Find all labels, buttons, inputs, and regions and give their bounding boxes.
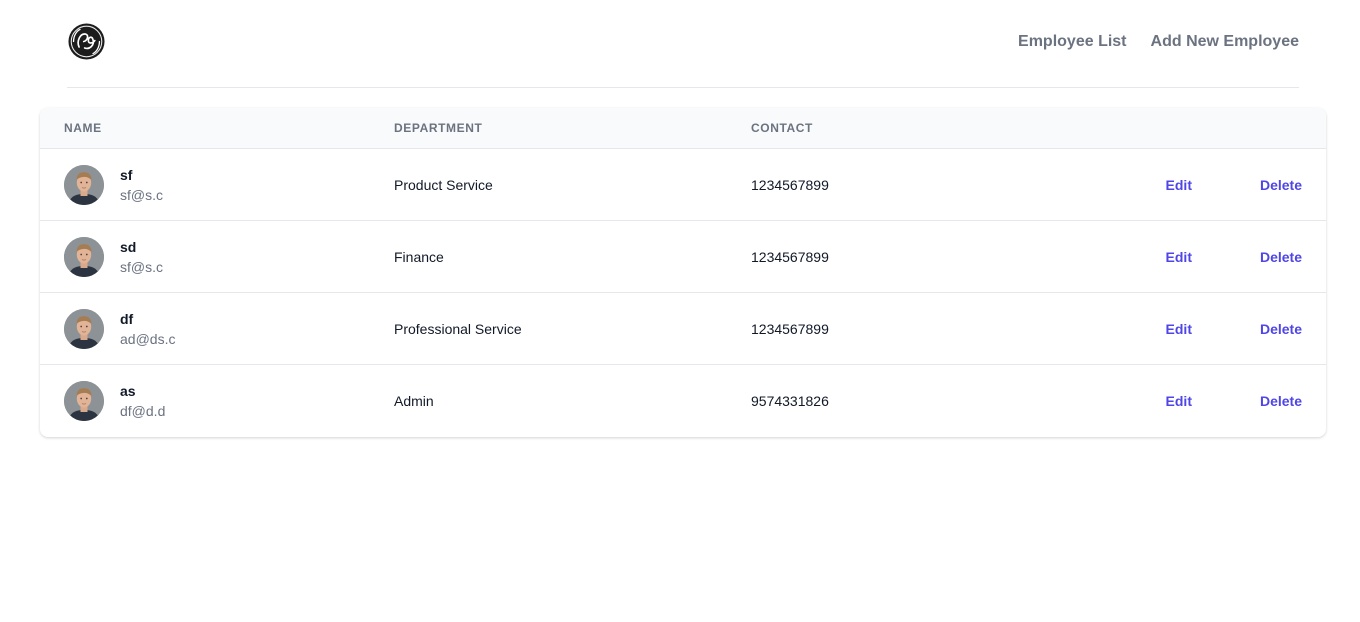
- table-row: sd sf@s.c Finance 1234567899 Edit Delete: [40, 221, 1326, 293]
- table-body: sf sf@s.c Product Service 1234567899 Edi…: [40, 149, 1326, 437]
- edit-link[interactable]: Edit: [1166, 393, 1192, 409]
- column-header-delete: [1192, 108, 1326, 149]
- employee-department: Finance: [394, 248, 444, 265]
- nav-add-new-employee[interactable]: Add New Employee: [1151, 32, 1299, 52]
- person-info: sd sf@s.c: [120, 237, 163, 277]
- delete-cell: Delete: [1192, 149, 1326, 221]
- employee-table: Name Department Contact: [40, 108, 1326, 437]
- nav-employee-list[interactable]: Employee List: [1018, 32, 1126, 52]
- table-row: as df@d.d Admin 9574331826 Edit Delete: [40, 365, 1326, 437]
- name-cell: as df@d.d: [40, 365, 370, 437]
- edit-cell: Edit: [1067, 221, 1192, 293]
- delete-cell: Delete: [1192, 293, 1326, 365]
- delete-link[interactable]: Delete: [1260, 177, 1302, 193]
- employee-department: Admin: [394, 392, 434, 409]
- column-header-name: Name: [40, 108, 370, 149]
- employee-name: sf: [120, 166, 133, 183]
- edit-link[interactable]: Edit: [1166, 249, 1192, 265]
- avatar: [64, 164, 104, 205]
- avatar: [64, 236, 104, 277]
- employee-email: sf@s.c: [120, 186, 163, 203]
- column-header-edit: [1067, 108, 1192, 149]
- person-info: sf sf@s.c: [120, 165, 163, 205]
- column-header-contact: Contact: [727, 108, 1067, 149]
- delete-cell: Delete: [1192, 221, 1326, 293]
- delete-link[interactable]: Delete: [1260, 249, 1302, 265]
- person-info: df ad@ds.c: [120, 309, 175, 349]
- employee-name: sd: [120, 238, 137, 255]
- top-header: Employee List Add New Employee: [67, 0, 1299, 88]
- employee-department: Professional Service: [394, 320, 522, 337]
- employee-contact: 1234567899: [751, 320, 829, 337]
- avatar: [64, 380, 104, 421]
- page: Employee List Add New Employee Name Depa…: [0, 0, 1360, 622]
- employee-email: sf@s.c: [120, 258, 163, 275]
- employee-contact: 9574331826: [751, 392, 829, 409]
- table-header: Name Department Contact: [40, 108, 1326, 149]
- edit-link[interactable]: Edit: [1166, 321, 1192, 337]
- delete-cell: Delete: [1192, 365, 1326, 437]
- delete-link[interactable]: Delete: [1260, 393, 1302, 409]
- employee-email: ad@ds.c: [120, 330, 176, 347]
- employee-contact: 1234567899: [751, 176, 829, 193]
- column-header-department: Department: [370, 108, 727, 149]
- edit-cell: Edit: [1067, 365, 1192, 437]
- employee-name: df: [120, 310, 134, 327]
- employee-table-card: Name Department Contact: [40, 108, 1326, 437]
- employee-department: Product Service: [394, 176, 493, 193]
- ge-logo[interactable]: [68, 23, 105, 60]
- edit-cell: Edit: [1067, 149, 1192, 221]
- table-row: sf sf@s.c Product Service 1234567899 Edi…: [40, 149, 1326, 221]
- edit-cell: Edit: [1067, 293, 1192, 365]
- employee-email: df@d.d: [120, 402, 166, 419]
- delete-link[interactable]: Delete: [1260, 321, 1302, 337]
- table-row: df ad@ds.c Professional Service 12345678…: [40, 293, 1326, 365]
- edit-link[interactable]: Edit: [1166, 177, 1192, 193]
- name-cell: df ad@ds.c: [40, 293, 370, 365]
- employee-contact: 1234567899: [751, 248, 829, 265]
- main-nav: Employee List Add New Employee: [1018, 32, 1299, 52]
- employee-name: as: [120, 382, 136, 399]
- name-cell: sd sf@s.c: [40, 221, 370, 293]
- avatar: [64, 308, 104, 349]
- name-cell: sf sf@s.c: [40, 149, 370, 221]
- person-info: as df@d.d: [120, 381, 165, 421]
